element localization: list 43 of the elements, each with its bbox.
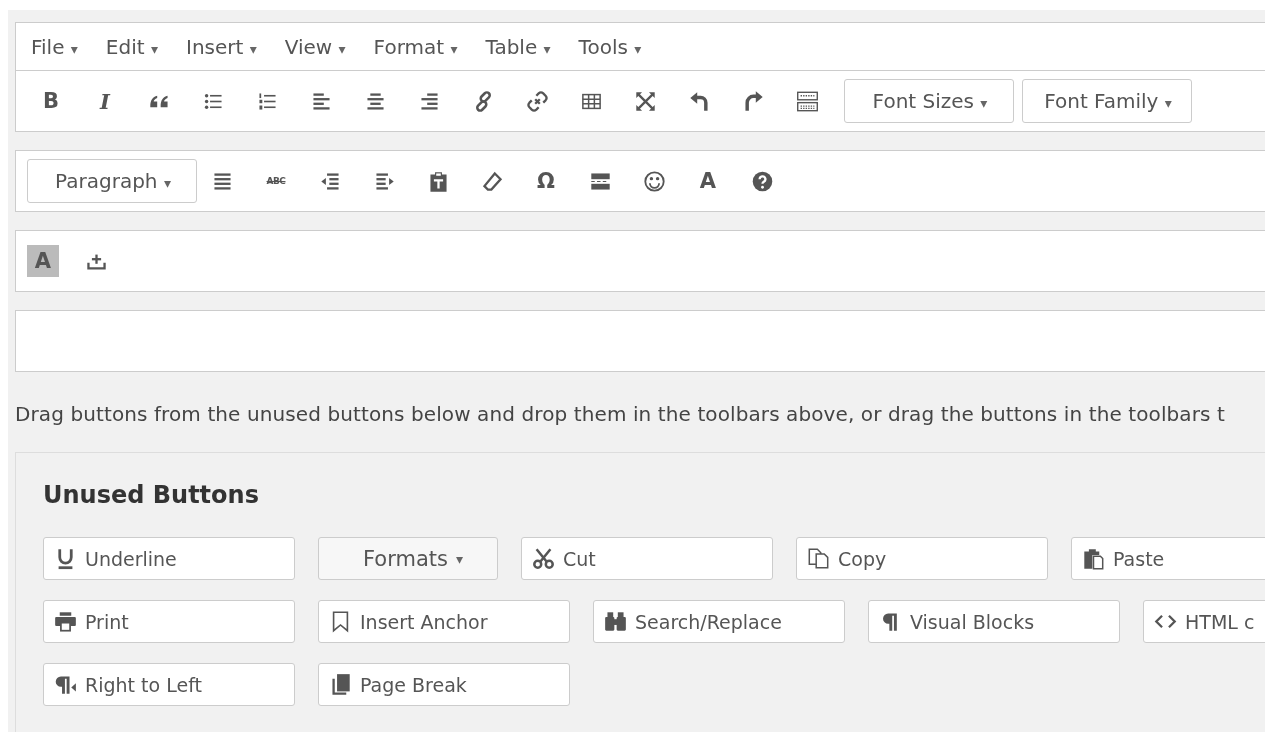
binoculars-icon	[604, 610, 627, 633]
menu-item[interactable]: View ▾	[274, 30, 356, 63]
help-icon	[750, 169, 774, 193]
pages-icon	[329, 673, 352, 696]
copy-icon	[807, 547, 830, 570]
dropdown[interactable]: Font Family ▾	[1022, 79, 1192, 123]
toolbar-button[interactable]: A	[27, 245, 59, 277]
toolbar-button[interactable]: Insert Anchor	[318, 600, 570, 643]
formats-dropdown[interactable]: Formats ▾	[318, 537, 498, 580]
menu-item[interactable]: File ▾	[21, 30, 88, 63]
toolbar-button[interactable]: Copy	[796, 537, 1048, 580]
strikethrough-button[interactable]: ABC	[259, 165, 293, 197]
menu-item[interactable]: Insert ▾	[176, 30, 267, 63]
toolbar-button[interactable]: Visual Blocks	[868, 600, 1120, 643]
toolbar-button[interactable]: Page Break	[318, 663, 570, 706]
toolbar-button[interactable]: HTML c	[1143, 600, 1265, 643]
toolbar-toggle-icon	[795, 89, 819, 113]
menu-item[interactable]: Edit ▾	[95, 30, 168, 63]
unlink-icon	[525, 89, 549, 113]
menu-item[interactable]: Format ▾	[363, 30, 468, 63]
toolbar-button[interactable]: Paste	[1071, 537, 1265, 580]
instructions-text: Drag buttons from the unused buttons below and drop them in the toolbars above, or drag the buttons in the toolbars t	[15, 402, 1226, 426]
menu-item[interactable]: Table ▾	[475, 30, 561, 63]
dropdown[interactable]: Font Sizes ▾	[844, 79, 1014, 123]
menu-item[interactable]: Tools ▾	[568, 30, 652, 63]
fullscreen-icon	[633, 89, 657, 113]
section-title: Unused Buttons	[43, 481, 260, 509]
toolbar-button[interactable]: Ω	[529, 165, 563, 197]
paste-icon	[1082, 547, 1105, 570]
pilcrow-rtl-icon	[54, 673, 77, 696]
italic-button[interactable]: I	[88, 85, 122, 117]
dropdown[interactable]: Paragraph ▾	[27, 159, 197, 203]
toolbar-button[interactable]: Underline	[43, 537, 295, 580]
smiley-icon	[642, 169, 666, 193]
toolbar-button[interactable]: Right to Left	[43, 663, 295, 706]
bold-button[interactable]: B	[34, 85, 68, 117]
scissors-icon	[532, 547, 555, 570]
toolbar-button[interactable]: A	[691, 165, 725, 197]
toolbar-button[interactable]: Search/Replace	[593, 600, 845, 643]
toolbar-button[interactable]: Print	[43, 600, 295, 643]
toolbar-button[interactable]: Cut	[521, 537, 773, 580]
printer-icon	[54, 610, 77, 633]
eraser-icon	[480, 169, 504, 193]
